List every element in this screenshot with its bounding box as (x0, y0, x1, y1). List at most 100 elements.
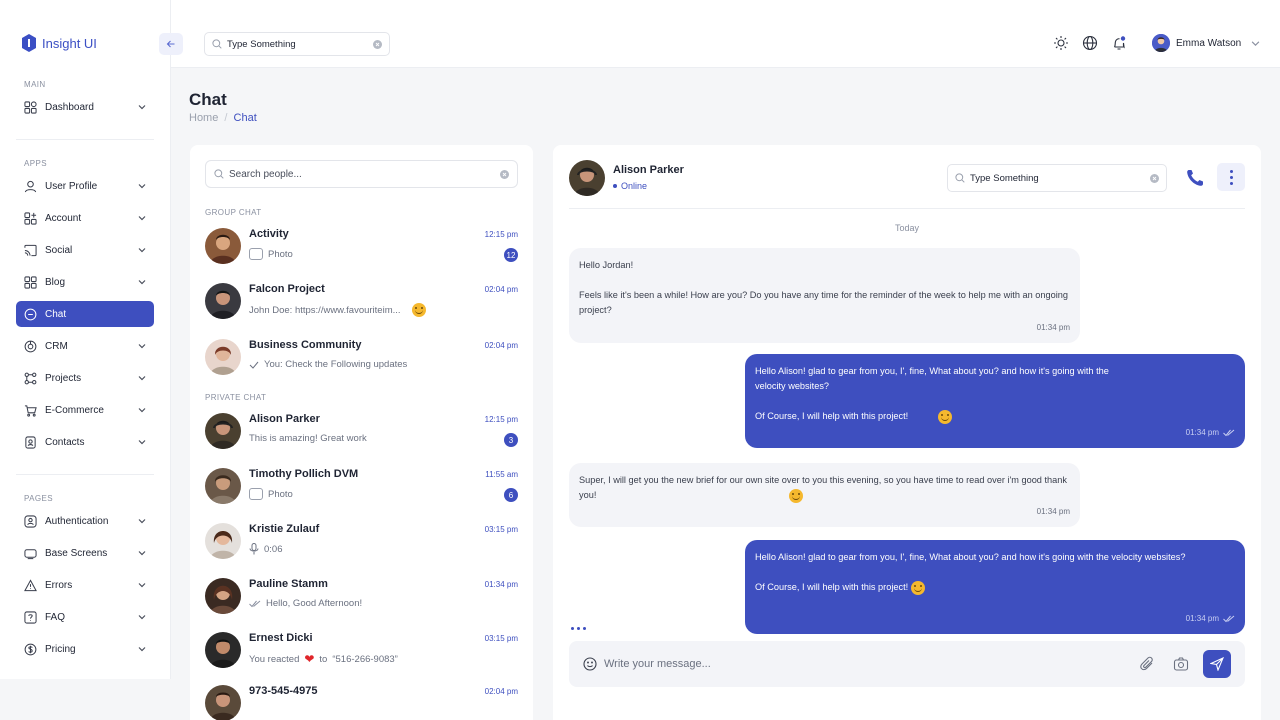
top-search-value: Type Something (227, 38, 296, 50)
chevron-down-icon (138, 551, 146, 556)
message-time-text: 01:34 pm (1036, 323, 1070, 332)
message-input[interactable]: Write your message... (604, 658, 1121, 670)
notifications-button[interactable] (1111, 35, 1127, 51)
sidebar-item-projects[interactable]: Projects (16, 365, 154, 391)
chat-list-item[interactable]: Kristie Zulauf 0:06 03:15 pm (205, 523, 518, 567)
chat-time: 11:55 am (485, 470, 518, 479)
chat-time: 03:15 pm (484, 525, 518, 534)
chevron-down-icon (138, 184, 146, 189)
sidebar-item-authentication[interactable]: Authentication (16, 508, 154, 534)
cart-icon (24, 404, 37, 417)
sidebar-item-label: Dashboard (45, 101, 94, 113)
sidebar-item-e-commerce[interactable]: E-Commerce (16, 397, 154, 423)
heart-emoji-icon: ❤ (304, 652, 315, 666)
people-search-placeholder: Search people... (229, 168, 302, 180)
sidebar-collapse-button[interactable] (159, 33, 183, 55)
more-options-button[interactable] (1217, 163, 1245, 191)
conversation-search-input[interactable]: Type Something (947, 164, 1167, 192)
conversation-search-value: Type Something (970, 172, 1039, 184)
sidebar-item-crm[interactable]: CRM (16, 333, 154, 359)
chat-preview: You reacted ❤ to “516-266-9083” (249, 652, 398, 666)
chat-preview-text: You reacted (249, 653, 300, 665)
phone-icon[interactable] (1184, 167, 1206, 189)
chat-icon (24, 308, 37, 320)
chat-list-item[interactable]: 973-545-4975 02:04 pm (205, 685, 518, 720)
sidebar-item-dashboard[interactable]: Dashboard (16, 94, 154, 120)
page-title: Chat (189, 90, 227, 109)
chat-list-item[interactable]: Alison Parker This is amazing! Great wor… (205, 413, 518, 457)
top-search-input[interactable]: Type Something (204, 32, 390, 56)
chat-name: Alison Parker (249, 413, 320, 425)
message-line: Hello Alison! glad to gear from you, I',… (755, 552, 1186, 562)
blog-icon (24, 275, 37, 289)
logo-icon (22, 34, 36, 52)
message-line: Super, I will get you the new brief for … (579, 475, 1067, 500)
sidebar-item-account[interactable]: Account (16, 205, 154, 231)
message-time: 01:34 pm (1186, 611, 1235, 626)
chevron-down-icon (138, 408, 146, 413)
chat-name: Timothy Pollich DVM (249, 468, 359, 480)
breadcrumb-separator: / (224, 112, 228, 124)
chat-list-item[interactable]: Ernest Dicki You reacted ❤ to “516-266-9… (205, 632, 518, 676)
chat-time: 01:34 pm (484, 580, 518, 589)
sidebar-item-errors[interactable]: Errors (16, 572, 154, 598)
message-composer[interactable]: Write your message... (569, 641, 1245, 687)
send-icon (1210, 657, 1224, 671)
chat-list-item[interactable]: Business Community You: Check the Follow… (205, 339, 518, 383)
unread-badge: 12 (504, 248, 518, 262)
account-icon (24, 211, 37, 225)
chat-name: Activity (249, 228, 289, 240)
sidebar-item-contacts[interactable]: Contacts (16, 429, 154, 455)
chat-preview-text: Hello, Good Afternoon! (266, 598, 363, 609)
sidebar-item-pricing[interactable]: Pricing (16, 636, 154, 662)
sidebar-item-base-screens[interactable]: Base Screens (16, 540, 154, 566)
chevron-down-icon (138, 440, 146, 445)
send-button[interactable] (1203, 650, 1231, 678)
chevron-down-icon (138, 615, 146, 620)
chat-list-item[interactable]: Pauline Stamm Hello, Good Afternoon! 01:… (205, 578, 518, 622)
avatar (205, 413, 241, 449)
screen-icon (24, 548, 37, 559)
message-line: Feels like it's been a while! How are yo… (579, 290, 1068, 315)
app-logo[interactable]: Insight UI (22, 34, 97, 52)
sidebar-item-faq[interactable]: FAQ (16, 604, 154, 630)
clear-icon[interactable] (500, 169, 509, 179)
chat-list-item[interactable]: Falcon Project John Doe: https://www.fav… (205, 283, 518, 327)
chevron-down-icon (138, 583, 146, 588)
chat-preview-text: to (319, 653, 328, 665)
theme-toggle[interactable] (1053, 35, 1069, 51)
chat-preview: Photo (249, 248, 293, 260)
chat-name: Kristie Zulauf (249, 523, 320, 535)
sidebar-item-label: Projects (45, 372, 82, 384)
dollar-icon (24, 643, 37, 655)
check-icon (249, 361, 259, 369)
clear-icon[interactable] (373, 39, 382, 49)
language-button[interactable] (1082, 35, 1098, 51)
sidebar-item-blog[interactable]: Blog (16, 269, 154, 295)
people-search-input[interactable]: Search people... (205, 160, 518, 188)
sidebar-item-chat[interactable]: Chat (16, 301, 154, 327)
chat-time: 02:04 pm (484, 341, 518, 350)
sidebar-item-label: CRM (45, 340, 68, 352)
message-bubble-incoming: Hello Jordan! Feels like it's been a whi… (569, 248, 1080, 343)
chevron-down-icon (138, 376, 146, 381)
sidebar-item-label: Social (45, 244, 73, 256)
emoji-picker-icon[interactable] (583, 657, 597, 671)
chat-list-item[interactable]: Timothy Pollich DVM Photo 11:55 am 6 (205, 468, 518, 512)
clear-icon[interactable] (1150, 173, 1159, 183)
search-icon (955, 173, 965, 183)
camera-icon[interactable] (1173, 656, 1189, 672)
sidebar-item-user-profile[interactable]: User Profile (16, 173, 154, 199)
avatar (205, 685, 241, 720)
paperclip-icon[interactable] (1139, 656, 1155, 672)
smile-emoji-icon (789, 489, 803, 503)
user-menu[interactable]: Emma Watson (1152, 34, 1260, 52)
arrow-left-icon (166, 40, 175, 48)
status-text: Online (621, 181, 648, 191)
message-line (755, 394, 1235, 409)
sidebar-item-social[interactable]: Social (16, 237, 154, 263)
chat-list-item[interactable]: Activity Photo 12:15 pm 12 (205, 228, 518, 272)
breadcrumb-home[interactable]: Home (189, 112, 218, 124)
message-bubble-outgoing: Hello Alison! glad to gear from you, I',… (745, 540, 1245, 634)
projects-icon (24, 372, 37, 384)
